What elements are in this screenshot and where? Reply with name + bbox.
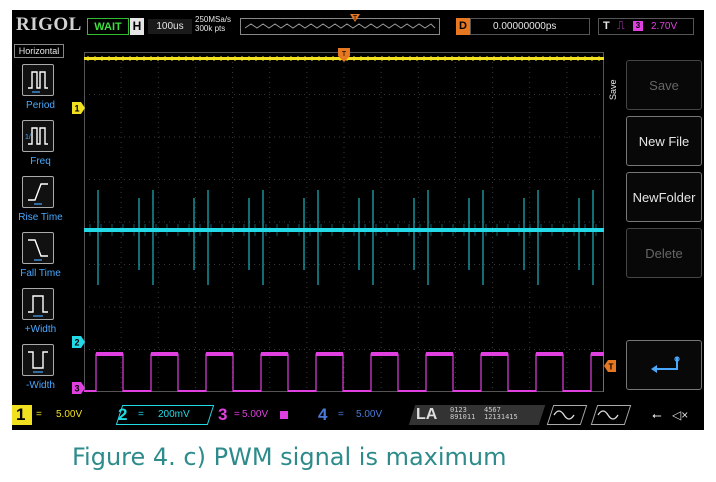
menu-title: Save: [608, 79, 618, 100]
delete-button[interactable]: Delete: [626, 228, 702, 278]
positive-width-label: +Width: [24, 324, 57, 335]
horizontal-label: H: [130, 18, 144, 35]
freq-label: Freq: [30, 156, 51, 167]
enter-icon: [651, 356, 680, 373]
fall-time-label: Fall Time: [20, 268, 61, 279]
svg-text:T: T: [342, 51, 347, 58]
channel-2-number: 2: [118, 405, 128, 424]
channel-1-number: 1: [16, 405, 26, 424]
source-1-waveform-tab[interactable]: [546, 405, 588, 425]
channel-1-marker[interactable]: 1: [72, 102, 86, 114]
memory-depth: 300k pts: [195, 24, 226, 33]
save-button[interactable]: Save: [626, 60, 702, 110]
rise-time-icon: [22, 176, 54, 208]
measure-frequency[interactable]: 1/ Freq: [12, 118, 69, 174]
la-channels-8-11: 891011: [450, 413, 476, 421]
sample-rate: 250MSa/s: [195, 15, 232, 24]
top-status-bar: RIGOL WAIT H 100us 250MSa/s 300k pts T D…: [12, 10, 704, 42]
la-channels-12-15: 12131415: [484, 413, 518, 421]
period-icon: [22, 64, 54, 96]
logic-analyzer-label: LA: [416, 406, 438, 423]
channel-3-marker[interactable]: 3: [72, 382, 86, 394]
delay-label: D: [456, 18, 470, 35]
measure-positive-width[interactable]: +Width: [12, 286, 69, 342]
usb-icon: ⭠: [652, 408, 662, 422]
trigger-position-marker[interactable]: T: [338, 48, 350, 62]
save-menu: Save Save New File NewFolder Delete: [608, 52, 704, 396]
frequency-icon: 1/: [22, 120, 54, 152]
measure-fall-time[interactable]: Fall Time: [12, 230, 69, 286]
la-group-2: 4567 12131415: [484, 407, 518, 421]
acquisition-info: 250MSa/s 300k pts: [195, 15, 231, 33]
channel-1-scale[interactable]: 5.00V: [56, 406, 82, 424]
channel-3-number[interactable]: 3: [218, 405, 227, 425]
trigger-label: T: [603, 20, 610, 32]
figure-caption: Figure 4. c) PWM signal is maximum: [72, 443, 507, 471]
delay-value[interactable]: 0.00000000ps: [470, 18, 590, 35]
channel-4-number[interactable]: 4: [318, 405, 327, 425]
channel-2-scale[interactable]: 200mV: [158, 406, 190, 424]
oscilloscope-screen: RIGOL WAIT H 100us 250MSa/s 300k pts T D…: [12, 10, 704, 430]
sine-wave-icon: [597, 410, 619, 420]
period-label: Period: [26, 100, 55, 111]
channel-2-marker[interactable]: 2: [72, 336, 86, 348]
measure-rise-time[interactable]: Rise Time: [12, 174, 69, 230]
dc-coupling-icon: =: [36, 409, 42, 420]
timebase-value[interactable]: 100us: [148, 19, 192, 34]
trigger-level-marker[interactable]: T: [604, 360, 616, 372]
rise-time-label: Rise Time: [18, 212, 63, 223]
enter-button[interactable]: [626, 340, 702, 390]
svg-text:3: 3: [74, 384, 79, 394]
fall-time-icon: [22, 232, 54, 264]
bandwidth-limit-icon: [280, 411, 288, 419]
negative-width-icon: [22, 344, 54, 376]
svg-text:2: 2: [74, 338, 79, 348]
dc-coupling-icon: =: [234, 409, 240, 420]
source-2-waveform-tab[interactable]: [590, 405, 632, 425]
rising-edge-icon: ⎍: [617, 20, 625, 32]
svg-text:1: 1: [74, 104, 79, 114]
svg-text:T: T: [609, 363, 614, 372]
brand-logo: RIGOL: [16, 14, 82, 35]
channel-3-scale[interactable]: 5.00V: [242, 406, 268, 424]
measure-period[interactable]: Period: [12, 62, 69, 118]
la-group-1: 0123 891011: [450, 407, 475, 421]
trigger-info[interactable]: T ⎍ 3 2.70V: [598, 18, 694, 35]
trigger-position-icon: T: [350, 14, 360, 22]
measure-negative-width[interactable]: -Width: [12, 342, 69, 398]
graticule: [84, 52, 604, 392]
new-file-button[interactable]: New File: [626, 116, 702, 166]
channel-status-bar: 1 = 5.00V 2 = 200mV 3 = 5.00V 4 = 5.00V …: [12, 400, 704, 430]
trigger-source: 3: [633, 21, 643, 31]
dc-coupling-icon: =: [138, 409, 144, 420]
waveform-grid[interactable]: [84, 52, 604, 392]
trigger-level: 2.70V: [651, 21, 678, 32]
memory-waveform: [244, 23, 436, 29]
memory-overview[interactable]: T: [240, 14, 440, 35]
svg-text:1/: 1/: [25, 134, 31, 141]
channel-4-scale[interactable]: 5.00V: [356, 406, 382, 424]
negative-width-label: -Width: [26, 380, 55, 391]
positive-width-icon: [22, 288, 54, 320]
svg-text:T: T: [353, 15, 358, 22]
menu-title: Horizontal: [14, 44, 64, 58]
sine-wave-icon: [553, 410, 575, 420]
mute-icon[interactable]: ◁×: [672, 406, 688, 424]
run-status-badge[interactable]: WAIT: [87, 18, 129, 35]
dc-coupling-icon: =: [338, 409, 344, 420]
horizontal-measure-menu: Horizontal Period 1/ Freq Rise Time Fall…: [12, 42, 69, 400]
new-folder-button[interactable]: NewFolder: [626, 172, 702, 222]
